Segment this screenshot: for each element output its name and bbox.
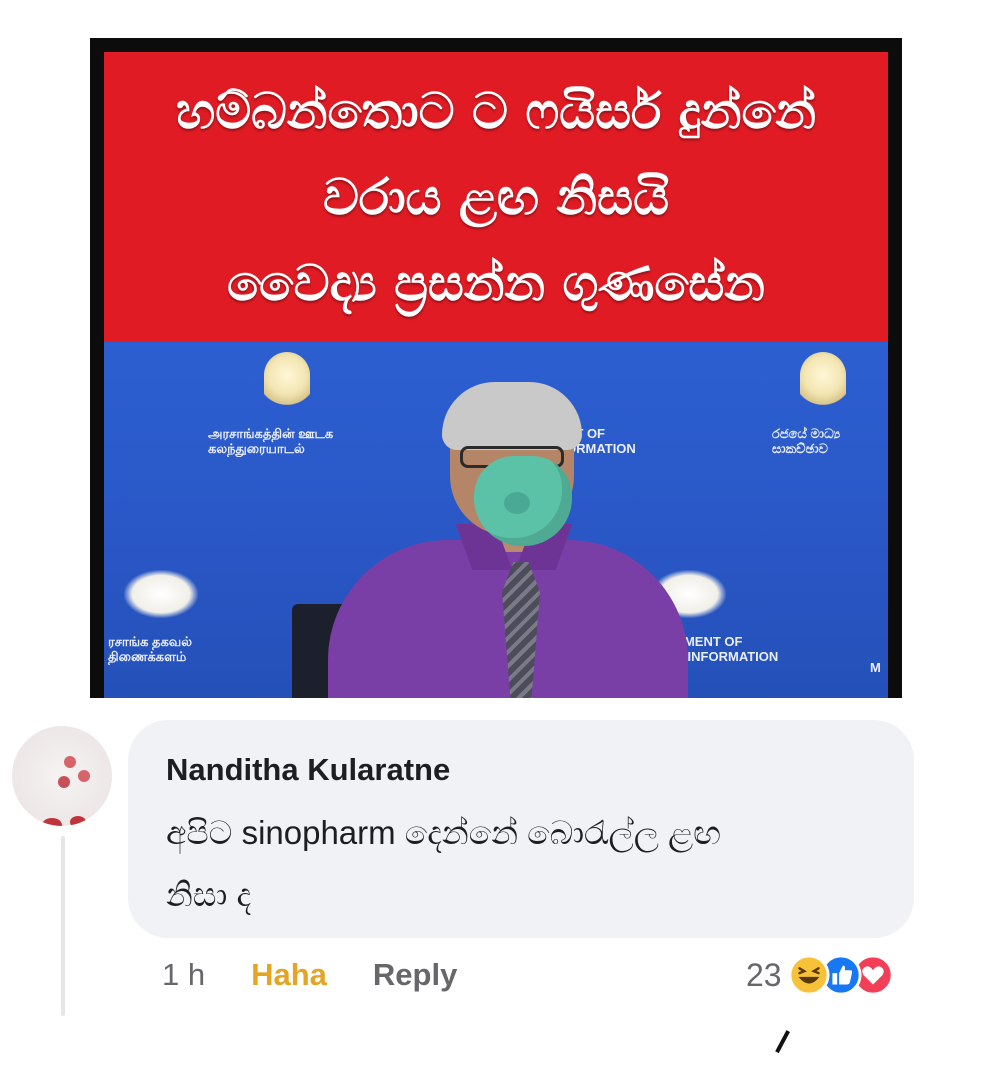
backdrop-text-left: அரசாங்கத்தின் ஊடக கலந்துரையாடல் (208, 426, 333, 456)
haha-reaction-button[interactable]: Haha (251, 957, 327, 993)
avatar-flower (42, 818, 62, 826)
backdrop-text-right-2: සාකච්ඡාව (772, 441, 828, 456)
face-mask-valve (504, 492, 530, 514)
backdrop-letter: M (870, 660, 881, 675)
thread-line (61, 836, 65, 1016)
backdrop-text-right-1: රජයේ මාධ්‍ය (772, 426, 841, 441)
backdrop-text-bottom-left-2: திணைக்களம் (108, 649, 187, 664)
press-conference-photo: அரசாங்கத்தின் ஊடக கலந்துரையாடல் NT OF OR… (104, 342, 888, 698)
comment-author[interactable]: Nanditha Kularatne (166, 752, 450, 788)
post-image[interactable]: හම්බන්තොට ට ෆයිසර් දුන්නේ වරාය ළඟ නිසයි … (90, 38, 902, 698)
avatar-flower (58, 776, 70, 788)
emblem-right (800, 352, 846, 410)
avatar-flower (70, 816, 86, 826)
haha-icon (788, 954, 830, 996)
comment-timestamp[interactable]: 1 h (162, 957, 205, 993)
emblem-left (264, 352, 310, 410)
backdrop-text-bottom-right: TMENT OF T INFORMATION (676, 634, 778, 664)
headline-line-1: හම්බන්තොට ට ෆයිසර් දුන්නේ (175, 82, 817, 140)
comment-text-line-1: අපිට sinopharm දෙන්නේ බොරැල්ල ළඟ (166, 814, 721, 851)
avatar-flower (78, 770, 90, 782)
headline-line-3: වෛද්‍ය ප්‍රසන්න ගුණසේන (227, 254, 765, 312)
backdrop-text-right: රජයේ මාධ්‍ය සාකච්ඡාව (772, 426, 840, 456)
emblem-bottom-left (124, 570, 198, 618)
backdrop-text-bottom-right-1: TMENT OF (676, 634, 743, 649)
comment-actions: 1 h Haha Reply (162, 950, 457, 1000)
comment-text: අපිට sinopharm දෙන්නේ බොරැල්ල ළඟ නිසා ද (166, 802, 886, 926)
comment-text-line-2: නිසා ද (166, 876, 252, 913)
backdrop-text-bottom-right-2: T INFORMATION (676, 649, 779, 664)
backdrop-text-bottom-left-1: ரசாங்க தகவல் (108, 634, 193, 649)
person-hair (442, 382, 582, 450)
headline-banner: හම්බන්තොට ට ෆයිසර් දුන්නේ වරාය ළඟ නිසයි … (104, 52, 888, 342)
reply-button[interactable]: Reply (373, 957, 457, 993)
stray-mark (775, 1030, 799, 1058)
avatar-flower (64, 756, 76, 768)
avatar[interactable] (12, 726, 112, 826)
reaction-icons (788, 952, 896, 998)
headline-line-2: වරාය ළඟ නිසයි (322, 168, 670, 226)
backdrop-text-bottom-left: ரசாங்க தகவல் திணைக்களம் (108, 634, 192, 664)
comment-bubble: Nanditha Kularatne අපිට sinopharm දෙන්නේ… (128, 720, 914, 938)
reaction-count: 23 (746, 956, 782, 993)
backdrop-text-left-2: கலந்துரையாடல் (208, 441, 305, 456)
reaction-summary[interactable]: 23 (746, 952, 896, 998)
backdrop-text-left-1: அரசாங்கத்தின் ஊடக (208, 426, 334, 441)
